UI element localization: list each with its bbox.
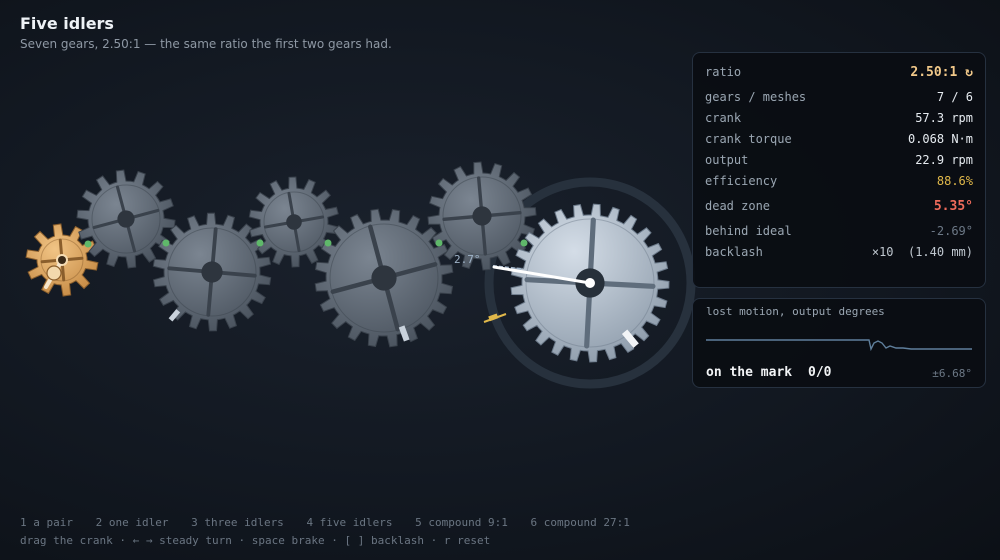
preset-one-idler[interactable]: 2 one idler — [96, 516, 169, 529]
preset-compound-9-1[interactable]: 5 compound 9:1 — [415, 516, 508, 529]
stats-panel: ratio 2.50:1 ↻ gears / meshes 7 / 6 cran… — [692, 52, 986, 288]
backlash-row: backlash ×10 (1.40 mm) — [705, 245, 973, 259]
mesh-contact-dot — [435, 239, 443, 247]
mesh-contact-dot — [256, 239, 264, 247]
output-needle-pivot — [585, 278, 595, 288]
output-value: 22.9 rpm — [915, 153, 973, 167]
crank-row: crank 57.3 rpm — [705, 111, 973, 125]
gears-meshes-row: gears / meshes 7 / 6 — [705, 90, 973, 104]
preset-list: 1 a pair 2 one idler 3 three idlers 4 fi… — [20, 516, 646, 529]
dead-zone-row: dead zone 5.35° — [705, 199, 973, 214]
preset-three-idlers[interactable]: 3 three idlers — [191, 516, 284, 529]
keyboard-hints: drag the crank · ← → steady turn · space… — [20, 534, 491, 547]
tolerance-value: ±6.68° — [932, 367, 972, 380]
output-row: output 22.9 rpm — [705, 153, 973, 167]
behind-ideal-value: -2.69° — [929, 224, 973, 238]
ratio-row: ratio 2.50:1 ↻ — [705, 65, 973, 80]
crank-handle-knob[interactable] — [46, 265, 62, 281]
crank-label: crank — [705, 111, 742, 125]
output-label: output — [705, 153, 749, 167]
idler-1 — [76, 169, 176, 269]
efficiency-row: efficiency 88.6% — [705, 174, 973, 188]
mark-count: 0/0 — [808, 365, 832, 380]
mesh-contact-dot — [324, 239, 332, 247]
gears-meshes-label: gears / meshes — [705, 90, 807, 104]
lost-motion-line — [706, 339, 972, 352]
crank-torque-value: 0.068 N·m — [907, 132, 973, 146]
efficiency-label: efficiency — [705, 174, 778, 188]
mesh-contact-dot — [520, 239, 528, 247]
crank-torque-row: crank torque 0.068 N·m — [705, 132, 973, 146]
idler-3-hub — [286, 214, 302, 230]
lost-motion-panel: lost motion, output degrees on the mark … — [692, 298, 986, 388]
ratio-label: ratio — [705, 65, 742, 79]
angle-readout: 2.7° — [454, 253, 481, 266]
behind-ideal-row: behind ideal -2.69° — [705, 224, 973, 238]
dead-zone-value: 5.35° — [933, 199, 973, 214]
crank-value: 57.3 rpm — [915, 111, 973, 125]
efficiency-value: 88.6% — [936, 174, 973, 188]
crank-pivot — [58, 256, 66, 264]
backlash-value: ×10 (1.40 mm) — [871, 245, 973, 259]
mark-status: on the mark — [706, 365, 793, 380]
mesh-contact-dot — [162, 239, 170, 247]
mesh-contact-dot — [84, 240, 92, 248]
preset-a-pair[interactable]: 1 a pair — [20, 516, 73, 529]
crank-torque-label: crank torque — [705, 132, 792, 146]
lost-motion-trace — [706, 339, 972, 352]
idler-4 — [314, 208, 454, 348]
gears-meshes-value: 7 / 6 — [936, 90, 973, 104]
preset-compound-27-1[interactable]: 6 compound 27:1 — [531, 516, 630, 529]
lost-motion-label: lost motion, output degrees — [706, 305, 885, 318]
preset-five-idlers[interactable]: 4 five idlers — [306, 516, 392, 529]
backlash-label: backlash — [705, 245, 763, 259]
behind-ideal-label: behind ideal — [705, 224, 792, 238]
idler-1-hub — [117, 210, 135, 228]
idler-2-hub — [201, 261, 223, 283]
idler-3 — [248, 176, 340, 268]
ratio-value: 2.50:1 ↻ — [910, 65, 973, 80]
idler-5-hub — [472, 206, 492, 226]
idler-4-hub — [371, 265, 397, 291]
dead-zone-label: dead zone — [705, 199, 771, 213]
